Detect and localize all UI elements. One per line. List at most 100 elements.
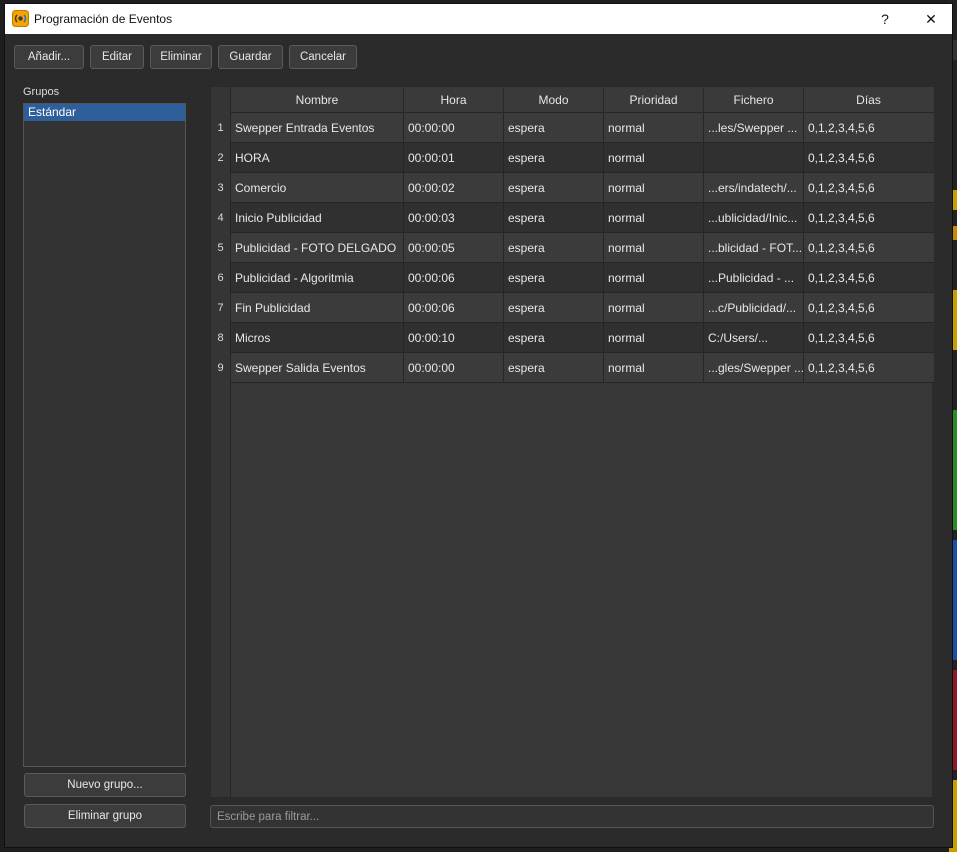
cell-nombre[interactable]: Inicio Publicidad <box>231 203 404 233</box>
add-button[interactable]: Añadir... <box>14 45 84 69</box>
table-row[interactable]: 9 Swepper Salida Eventos 00:00:00 espera nor… <box>211 353 934 383</box>
edit-button[interactable]: Editar <box>90 45 144 69</box>
cell-prioridad[interactable]: normal <box>604 143 704 173</box>
filter-input[interactable] <box>210 805 934 828</box>
cell-fichero[interactable]: ...ers/indatech/... <box>704 173 804 203</box>
window-title: Programación de Eventos <box>34 12 173 26</box>
cell-nombre[interactable]: Publicidad - FOTO DELGADO <box>231 233 404 263</box>
cell-nombre[interactable]: Micros <box>231 323 404 353</box>
cell-dias[interactable]: 0,1,2,3,4,5,6 <box>804 203 933 233</box>
row-number[interactable]: 1 <box>211 113 231 143</box>
cell-prioridad[interactable]: normal <box>604 353 704 383</box>
cell-modo[interactable]: espera <box>504 113 604 143</box>
cell-dias[interactable]: 0,1,2,3,4,5,6 <box>804 353 933 383</box>
column-header-prioridad[interactable]: Prioridad <box>604 87 704 113</box>
save-button[interactable]: Guardar <box>218 45 283 69</box>
table-row[interactable]: 8 Micros 00:00:10 espera normal C:/Users/... 0… <box>211 323 934 353</box>
table-row[interactable]: 4 Inicio Publicidad 00:00:03 espera normal..… <box>211 203 934 233</box>
cell-hora[interactable]: 00:00:06 <box>404 293 504 323</box>
cell-modo[interactable]: espera <box>504 143 604 173</box>
row-number[interactable]: 5 <box>211 233 231 263</box>
cell-modo[interactable]: espera <box>504 173 604 203</box>
cell-dias[interactable]: 0,1,2,3,4,5,6 <box>804 263 933 293</box>
table-row[interactable]: 3 Comercio 00:00:02 espera normal ...ers/inda… <box>211 173 934 203</box>
close-icon: ✕ <box>925 10 937 27</box>
cell-dias[interactable]: 0,1,2,3,4,5,6 <box>804 233 933 263</box>
table-header: Nombre Hora Modo Prioridad Fichero Días <box>211 87 934 113</box>
cell-nombre[interactable]: Fin Publicidad <box>231 293 404 323</box>
row-header-gutter <box>211 383 231 797</box>
group-item-estandar[interactable]: Estándar <box>24 104 185 121</box>
cell-fichero[interactable]: ...les/Swepper ... <box>704 113 804 143</box>
title-bar: Programación de Eventos ? ✕ <box>5 4 952 34</box>
row-number[interactable]: 3 <box>211 173 231 203</box>
cell-modo[interactable]: espera <box>504 203 604 233</box>
cell-fichero[interactable]: C:/Users/... <box>704 323 804 353</box>
cell-fichero[interactable]: ...Publicidad - ... <box>704 263 804 293</box>
events-table: Nombre Hora Modo Prioridad Fichero Días … <box>210 86 934 798</box>
row-number[interactable]: 6 <box>211 263 231 293</box>
cell-prioridad[interactable]: normal <box>604 203 704 233</box>
cell-dias[interactable]: 0,1,2,3,4,5,6 <box>804 323 933 353</box>
table-corner[interactable] <box>211 87 231 113</box>
table-row[interactable]: 1 Swepper Entrada Eventos 00:00:00 espera no… <box>211 113 934 143</box>
column-header-dias[interactable]: Días <box>804 87 933 113</box>
row-number[interactable]: 9 <box>211 353 231 383</box>
cell-fichero[interactable]: ...gles/Swepper ... <box>704 353 804 383</box>
event-scheduler-dialog: Programación de Eventos ? ✕ Añadir... Ed… <box>4 3 953 848</box>
cell-nombre[interactable]: HORA <box>231 143 404 173</box>
cell-hora[interactable]: 00:00:02 <box>404 173 504 203</box>
cell-hora[interactable]: 00:00:01 <box>404 143 504 173</box>
table-row[interactable]: 7 Fin Publicidad 00:00:06 espera normal ...c/… <box>211 293 934 323</box>
cell-hora[interactable]: 00:00:06 <box>404 263 504 293</box>
cell-dias[interactable]: 0,1,2,3,4,5,6 <box>804 173 933 203</box>
broadcast-app-icon <box>12 10 29 27</box>
cell-prioridad[interactable]: normal <box>604 293 704 323</box>
delete-button[interactable]: Eliminar <box>150 45 212 69</box>
cell-nombre[interactable]: Comercio <box>231 173 404 203</box>
cell-hora[interactable]: 00:00:10 <box>404 323 504 353</box>
table-row[interactable]: 5 Publicidad - FOTO DELGADO 00:00:05 espera… <box>211 233 934 263</box>
delete-group-button[interactable]: Eliminar grupo <box>24 804 186 828</box>
new-group-button[interactable]: Nuevo grupo... <box>24 773 186 797</box>
cell-hora[interactable]: 00:00:05 <box>404 233 504 263</box>
cell-dias[interactable]: 0,1,2,3,4,5,6 <box>804 143 933 173</box>
cell-hora[interactable]: 00:00:00 <box>404 113 504 143</box>
cancel-button[interactable]: Cancelar <box>289 45 357 69</box>
cell-hora[interactable]: 00:00:00 <box>404 353 504 383</box>
column-header-fichero[interactable]: Fichero <box>704 87 804 113</box>
row-number[interactable]: 4 <box>211 203 231 233</box>
cell-modo[interactable]: espera <box>504 323 604 353</box>
close-button[interactable]: ✕ <box>908 4 954 34</box>
cell-fichero[interactable]: ...c/Publicidad/... <box>704 293 804 323</box>
help-icon: ? <box>881 11 889 27</box>
cell-nombre[interactable]: Publicidad - Algoritmia <box>231 263 404 293</box>
help-button[interactable]: ? <box>862 4 908 34</box>
cell-prioridad[interactable]: normal <box>604 323 704 353</box>
cell-nombre[interactable]: Swepper Salida Eventos <box>231 353 404 383</box>
column-header-nombre[interactable]: Nombre <box>231 87 404 113</box>
cell-fichero[interactable] <box>704 143 804 173</box>
cell-modo[interactable]: espera <box>504 353 604 383</box>
cell-fichero[interactable]: ...blicidad - FOT... <box>704 233 804 263</box>
table-row[interactable]: 6 Publicidad - Algoritmia 00:00:06 espera no… <box>211 263 934 293</box>
cell-modo[interactable]: espera <box>504 293 604 323</box>
cell-prioridad[interactable]: normal <box>604 233 704 263</box>
row-number[interactable]: 2 <box>211 143 231 173</box>
table-row[interactable]: 2 HORA 00:00:01 espera normal 0,1,2,3,4,5,6 <box>211 143 934 173</box>
cell-dias[interactable]: 0,1,2,3,4,5,6 <box>804 293 933 323</box>
cell-modo[interactable]: espera <box>504 233 604 263</box>
cell-hora[interactable]: 00:00:03 <box>404 203 504 233</box>
cell-prioridad[interactable]: normal <box>604 263 704 293</box>
cell-fichero[interactable]: ...ublicidad/Inic... <box>704 203 804 233</box>
cell-prioridad[interactable]: normal <box>604 173 704 203</box>
column-header-modo[interactable]: Modo <box>504 87 604 113</box>
cell-prioridad[interactable]: normal <box>604 113 704 143</box>
cell-dias[interactable]: 0,1,2,3,4,5,6 <box>804 113 933 143</box>
cell-nombre[interactable]: Swepper Entrada Eventos <box>231 113 404 143</box>
column-header-hora[interactable]: Hora <box>404 87 504 113</box>
cell-modo[interactable]: espera <box>504 263 604 293</box>
row-number[interactable]: 8 <box>211 323 231 353</box>
row-number[interactable]: 7 <box>211 293 231 323</box>
groups-list[interactable]: Estándar <box>23 103 186 767</box>
